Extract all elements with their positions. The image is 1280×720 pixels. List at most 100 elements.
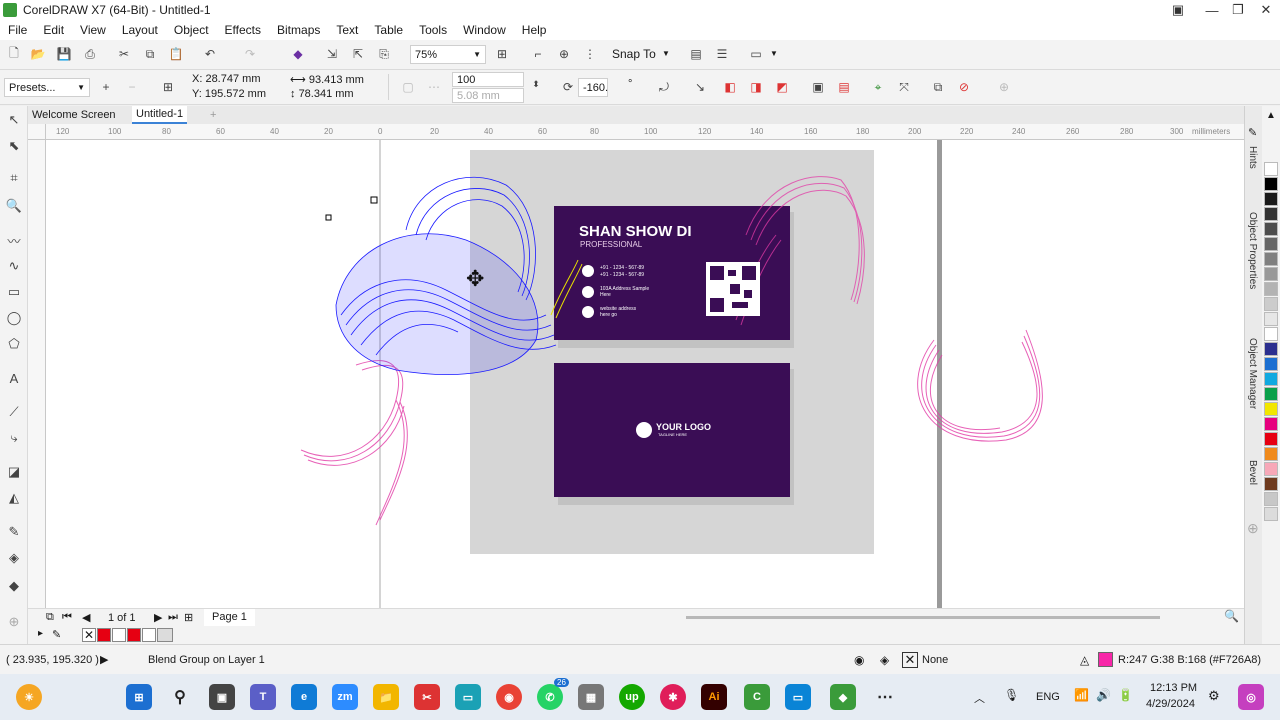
fill-bucket-icon[interactable]: ◈ xyxy=(880,653,889,667)
menu-help[interactable]: Help xyxy=(514,23,555,37)
direct-blend-icon[interactable]: ↘ xyxy=(690,77,710,97)
wifi-icon[interactable]: 📶 xyxy=(1074,688,1089,702)
export-icon[interactable]: ⇱ xyxy=(348,44,368,64)
ellipse-tool-icon[interactable]: ◯ xyxy=(4,308,24,328)
print-icon[interactable]: ⎙ xyxy=(80,44,100,64)
screen-recorder-icon[interactable]: ▭ xyxy=(455,684,481,710)
docker-tab-bevel[interactable]: Bevel xyxy=(1247,460,1258,485)
full-screen-icon[interactable]: ⊞ xyxy=(492,44,512,64)
chevron-down-icon[interactable]: ▼ xyxy=(770,49,778,58)
palette-swatch[interactable] xyxy=(1264,462,1278,476)
drawing-canvas[interactable]: ✥ SHAN SHOW DI PROFESSIONAL +91 - 1234 -… xyxy=(46,140,1244,608)
new-icon[interactable]: 🗋 xyxy=(4,44,24,64)
menu-window[interactable]: Window xyxy=(455,23,514,37)
menu-tools[interactable]: Tools xyxy=(411,23,455,37)
fill-icon[interactable]: ◬ xyxy=(1080,653,1089,667)
palette-swatch[interactable] xyxy=(1264,432,1278,446)
menu-view[interactable]: View xyxy=(72,23,114,37)
blend-path-icon[interactable]: ⋯ xyxy=(424,77,444,97)
maximize-icon[interactable]: ❐ xyxy=(1224,0,1252,20)
palette-swatch[interactable] xyxy=(1264,312,1278,326)
show-hidden-icons-icon[interactable]: ︿ xyxy=(974,690,985,706)
ruler-origin[interactable] xyxy=(28,124,46,140)
zoom-app-icon[interactable]: zm xyxy=(332,684,358,710)
color-swatch-white[interactable] xyxy=(142,628,156,642)
palette-swatch[interactable] xyxy=(1264,447,1278,461)
pink-blend-ribbon-right[interactable] xyxy=(917,329,1043,442)
open-icon[interactable]: 📂 xyxy=(28,44,48,64)
card-role[interactable]: PROFESSIONAL xyxy=(580,240,642,249)
horizontal-scrollbar[interactable] xyxy=(686,616,1160,619)
palette-swatch[interactable] xyxy=(1264,477,1278,491)
text-tool-icon[interactable]: A xyxy=(4,368,24,388)
drop-shadow-tool-icon[interactable]: ◪ xyxy=(4,462,24,482)
teams-icon[interactable]: T xyxy=(250,684,276,710)
add-page-icon[interactable]: ⊞ xyxy=(184,611,193,624)
add-icon[interactable]: ⊕ xyxy=(994,77,1014,97)
more-apps-icon[interactable]: ⋯ xyxy=(872,684,898,710)
palette-swatch[interactable] xyxy=(1264,237,1278,251)
menu-bitmaps[interactable]: Bitmaps xyxy=(269,23,328,37)
show-grid-icon[interactable]: ⊕ xyxy=(554,44,574,64)
copy-blend-properties-icon[interactable]: ⤧ xyxy=(894,77,914,97)
next-page-icon[interactable]: ▶ xyxy=(154,611,162,624)
interactive-fill-icon[interactable]: ◈ xyxy=(4,548,24,568)
copilot-icon[interactable]: ◎ xyxy=(1238,684,1264,710)
redo-icon[interactable]: ↷ xyxy=(240,44,260,64)
docker-tab-object-properties[interactable]: Object Properties xyxy=(1247,212,1258,289)
height-field[interactable]: ↕ 78.341 mm xyxy=(290,88,354,100)
camtasia-icon[interactable]: C xyxy=(744,684,770,710)
edge-icon[interactable]: e xyxy=(291,684,317,710)
menu-object[interactable]: Object xyxy=(166,23,217,37)
blend-rotation-field[interactable]: -160. xyxy=(578,78,608,97)
battery-icon[interactable]: 🔋 xyxy=(1118,688,1133,702)
more-blend-options-icon[interactable]: ▣ xyxy=(808,77,828,97)
microphone-icon[interactable]: 🎙 xyxy=(1004,688,1019,702)
menu-effects[interactable]: Effects xyxy=(217,23,269,37)
palette-swatch[interactable] xyxy=(1264,357,1278,371)
eyedropper-tool-icon[interactable]: ✎ xyxy=(4,522,24,542)
pick-tool-icon[interactable]: ↖ xyxy=(4,110,24,130)
docker-tab-hints[interactable]: Hints xyxy=(1247,146,1258,169)
color-swatch-red[interactable] xyxy=(127,628,141,642)
connector-tool-icon[interactable]: ⤷ xyxy=(4,428,24,448)
color-proof-icon[interactable]: ◉ xyxy=(854,653,864,667)
application-launcher-icon[interactable]: ▭ xyxy=(746,44,766,64)
palette-swatch[interactable] xyxy=(1264,507,1278,521)
cut-icon[interactable]: ✂ xyxy=(114,44,134,64)
palette-swatch[interactable] xyxy=(1264,192,1278,206)
color-swatch-gray[interactable] xyxy=(157,628,173,642)
artistic-media-icon[interactable]: ∿ xyxy=(4,256,24,276)
object-origin-icon[interactable]: ⊞ xyxy=(158,77,178,97)
x-position-field[interactable]: X: 28.747 mm xyxy=(192,73,260,85)
publish-pdf-icon[interactable]: ⎘ xyxy=(374,44,394,64)
menu-edit[interactable]: Edit xyxy=(35,23,72,37)
horizontal-ruler[interactable]: 120 100 80 60 40 20 0 20 40 60 80 100 12… xyxy=(46,124,1244,140)
upwork-icon[interactable]: up xyxy=(619,684,645,710)
paste-icon[interactable]: 📋 xyxy=(166,44,186,64)
palette-swatch[interactable] xyxy=(1264,492,1278,506)
menu-layout[interactable]: Layout xyxy=(114,23,166,37)
weather-icon[interactable]: ☀ xyxy=(16,684,42,710)
import-icon[interactable]: ⇲ xyxy=(322,44,342,64)
zoom-navigator-icon[interactable]: 🔍 xyxy=(1224,609,1239,623)
last-page-icon[interactable]: ⏭ xyxy=(168,611,178,624)
pink-blend-ribbon-left[interactable] xyxy=(300,360,408,526)
object-acceleration-icon[interactable]: ◧ xyxy=(720,77,740,97)
show-guidelines-icon[interactable]: ⋮ xyxy=(580,44,600,64)
remove-preset-icon[interactable]: − xyxy=(122,77,142,97)
palette-menu-icon[interactable]: ▸ xyxy=(38,628,43,639)
tab-welcome-screen[interactable]: Welcome Screen xyxy=(28,106,120,124)
volume-icon[interactable]: 🔊 xyxy=(1096,688,1111,702)
palette-swatch[interactable] xyxy=(1264,252,1278,266)
slack-icon[interactable]: ✱ xyxy=(660,684,686,710)
menu-text[interactable]: Text xyxy=(328,23,366,37)
menu-file[interactable]: File xyxy=(0,23,35,37)
zoom-tool-icon[interactable]: 🔍 xyxy=(4,196,24,216)
copy-blend-icon[interactable]: ⧉ xyxy=(928,77,948,97)
palette-swatch[interactable] xyxy=(1264,222,1278,236)
undo-icon[interactable]: ↶ xyxy=(200,44,220,64)
no-color-swatch[interactable]: ✕ xyxy=(82,628,96,642)
palette-swatch[interactable] xyxy=(1264,342,1278,356)
palette-swatch[interactable] xyxy=(1264,372,1278,386)
